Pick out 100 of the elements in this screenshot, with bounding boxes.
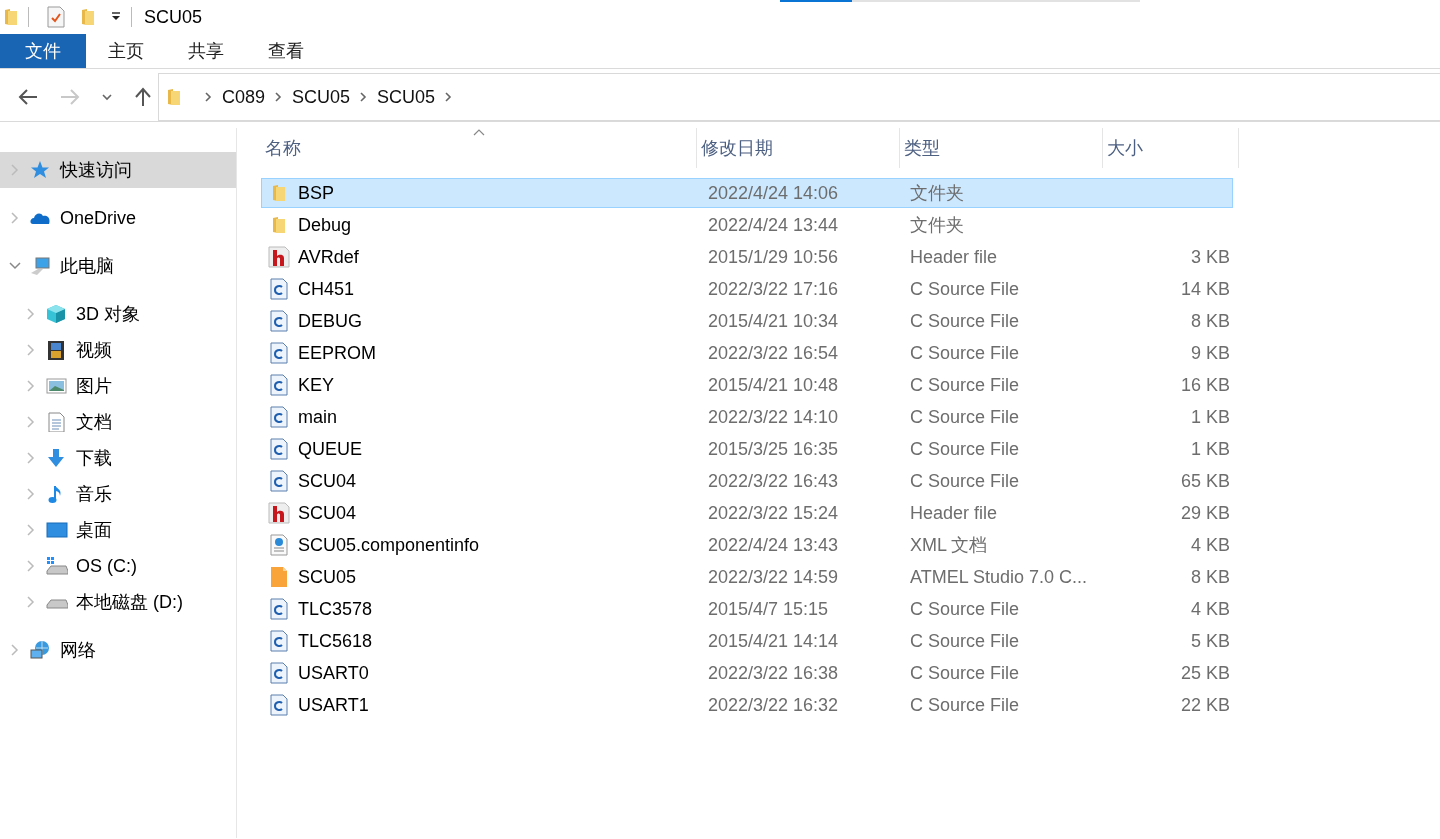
tree-item[interactable]: 快速访问 xyxy=(0,152,236,188)
chevron-down-icon[interactable] xyxy=(102,93,112,101)
file-size: 3 KB xyxy=(1189,246,1230,268)
tree-item[interactable]: 音乐 xyxy=(0,476,236,512)
file-size: 65 KB xyxy=(1179,470,1230,492)
file-type: Header file xyxy=(909,246,999,268)
file-type: Header file xyxy=(909,502,999,524)
folder-icon xyxy=(167,88,181,106)
file-type: C Source File xyxy=(909,630,1021,652)
tree-item-label: 此电脑 xyxy=(60,255,114,278)
file-name: Debug xyxy=(298,214,352,236)
h-file-icon xyxy=(268,246,290,268)
picture-icon xyxy=(46,376,68,396)
address-bar[interactable]: C089 SCU05 SCU05 xyxy=(158,73,1440,121)
tree-item-label: OS (C:) xyxy=(76,555,137,577)
tree-item[interactable]: 桌面 xyxy=(0,512,236,548)
modified-date: 2022/3/22 15:24 xyxy=(707,502,840,524)
ribbon-tab[interactable]: 共享 xyxy=(166,34,246,68)
chevron-down-icon[interactable] xyxy=(9,262,21,270)
tree-item[interactable]: 本地磁盘 (D:) xyxy=(0,584,236,620)
modified-date: 2015/4/21 14:14 xyxy=(707,630,840,652)
file-row[interactable]: AVRdef 2015/1/29 10:56 Header file 3 KB xyxy=(261,242,1233,272)
column-header[interactable]: 类型 xyxy=(900,128,1103,168)
breadcrumb-item[interactable]: SCU05 xyxy=(290,84,353,110)
c-file-icon xyxy=(270,278,288,300)
file-size: 16 KB xyxy=(1179,374,1230,396)
c-file-icon xyxy=(270,374,288,396)
chevron-right-icon[interactable] xyxy=(360,92,368,102)
ribbon-tab[interactable]: 查看 xyxy=(246,34,326,68)
file-row[interactable]: DEBUG 2015/4/21 10:34 C Source File 8 KB xyxy=(261,306,1233,336)
tree-item[interactable]: 网络 xyxy=(0,632,236,668)
project-file-icon xyxy=(270,566,288,588)
monitor-icon xyxy=(46,520,68,540)
file-size: 14 KB xyxy=(1179,278,1230,300)
file-type: C Source File xyxy=(909,278,1021,300)
file-name: SCU04 xyxy=(298,502,357,524)
file-row[interactable]: QUEUE 2015/3/25 16:35 C Source File 1 KB xyxy=(261,434,1233,464)
tree-item[interactable]: OS (C:) xyxy=(0,548,236,584)
c-file-icon xyxy=(270,694,288,716)
tree-item-label: 3D 对象 xyxy=(76,303,140,326)
cube-icon xyxy=(46,304,68,324)
back-arrow-icon[interactable] xyxy=(18,88,38,106)
h-file-icon xyxy=(268,502,290,524)
file-row[interactable]: EEPROM 2022/3/22 16:54 C Source File 9 KB xyxy=(261,338,1233,368)
chevron-right-icon[interactable] xyxy=(275,92,283,102)
modified-date: 2022/3/22 16:38 xyxy=(707,662,840,684)
c-file-icon xyxy=(270,342,288,364)
file-size: 4 KB xyxy=(1189,534,1230,556)
file-row[interactable]: SCU04 2022/3/22 15:24 Header file 29 KB xyxy=(261,498,1233,528)
file-name: CH451 xyxy=(298,278,355,300)
c-file-icon xyxy=(270,310,288,332)
file-row[interactable]: USART0 2022/3/22 16:38 C Source File 25 KB xyxy=(261,658,1233,688)
file-name: TLC5618 xyxy=(298,630,373,652)
tree-item[interactable]: OneDrive xyxy=(0,200,236,236)
file-name: DEBUG xyxy=(298,310,362,332)
modified-date: 2022/4/24 13:44 xyxy=(707,214,840,236)
file-row[interactable]: SCU05.componentinfo 2022/4/24 13:43 XML 文档 4 KB xyxy=(261,530,1233,560)
c-file-icon xyxy=(270,662,288,684)
file-row[interactable]: BSP 2022/4/24 14:06 文件夹 xyxy=(261,178,1233,208)
file-name: KEY xyxy=(298,374,335,396)
tree-item-label: OneDrive xyxy=(60,207,137,229)
file-row[interactable]: TLC3578 2015/4/7 15:15 C Source File 4 KB xyxy=(261,594,1233,624)
properties-icon[interactable] xyxy=(47,6,65,28)
file-row[interactable]: SCU05 2022/3/22 14:59 ATMEL Studio 7.0 C... 8 KB xyxy=(261,562,1233,592)
ribbon-tab[interactable]: 文件 xyxy=(0,34,86,68)
tree-item[interactable]: 此电脑 xyxy=(0,248,236,284)
file-row[interactable]: SCU04 2022/3/22 16:43 C Source File 65 KB xyxy=(261,466,1233,496)
column-header[interactable]: 名称 xyxy=(261,128,697,168)
modified-date: 2015/4/21 10:48 xyxy=(707,374,840,396)
file-type: C Source File xyxy=(909,438,1021,460)
file-type: ATMEL Studio 7.0 C... xyxy=(909,566,1089,588)
column-header[interactable]: 修改日期 xyxy=(697,128,900,168)
file-name: QUEUE xyxy=(298,438,362,460)
file-row[interactable]: Debug 2022/4/24 13:44 文件夹 xyxy=(261,210,1233,240)
file-row[interactable]: TLC5618 2015/4/21 14:14 C Source File 5 KB xyxy=(261,626,1233,656)
file-row[interactable]: USART1 2022/3/22 16:32 C Source File 22 KB xyxy=(261,690,1233,720)
file-row[interactable]: main 2022/3/22 14:10 C Source File 1 KB xyxy=(261,402,1233,432)
file-row[interactable]: KEY 2015/4/21 10:48 C Source File 16 KB xyxy=(261,370,1233,400)
tree-item[interactable]: 文档 xyxy=(0,404,236,440)
chevron-right-icon[interactable] xyxy=(205,92,212,102)
tree-item[interactable]: 下载 xyxy=(0,440,236,476)
ribbon-tab[interactable]: 主页 xyxy=(86,34,166,68)
file-row[interactable]: CH451 2022/3/22 17:16 C Source File 14 KB xyxy=(261,274,1233,304)
file-type: C Source File xyxy=(909,310,1021,332)
new-folder-icon[interactable] xyxy=(81,8,95,26)
up-arrow-icon[interactable] xyxy=(134,87,152,107)
column-header[interactable]: 大小 xyxy=(1103,128,1239,168)
tree-item[interactable]: 3D 对象 xyxy=(0,296,236,332)
modified-date: 2015/4/21 10:34 xyxy=(707,310,840,332)
dropdown-icon[interactable] xyxy=(111,12,121,22)
breadcrumb-item[interactable]: SCU05 xyxy=(375,84,438,110)
file-name: AVRdef xyxy=(298,246,359,268)
modified-date: 2022/4/24 13:43 xyxy=(707,534,840,556)
chevron-right-icon[interactable] xyxy=(445,92,453,102)
tree-item[interactable]: 视频 xyxy=(0,332,236,368)
modified-date: 2022/3/22 17:16 xyxy=(707,278,840,300)
tree-item[interactable]: 图片 xyxy=(0,368,236,404)
breadcrumb-item[interactable]: C089 xyxy=(220,84,268,110)
tree-item-label: 本地磁盘 (D:) xyxy=(76,591,183,614)
file-size: 5 KB xyxy=(1189,630,1230,652)
